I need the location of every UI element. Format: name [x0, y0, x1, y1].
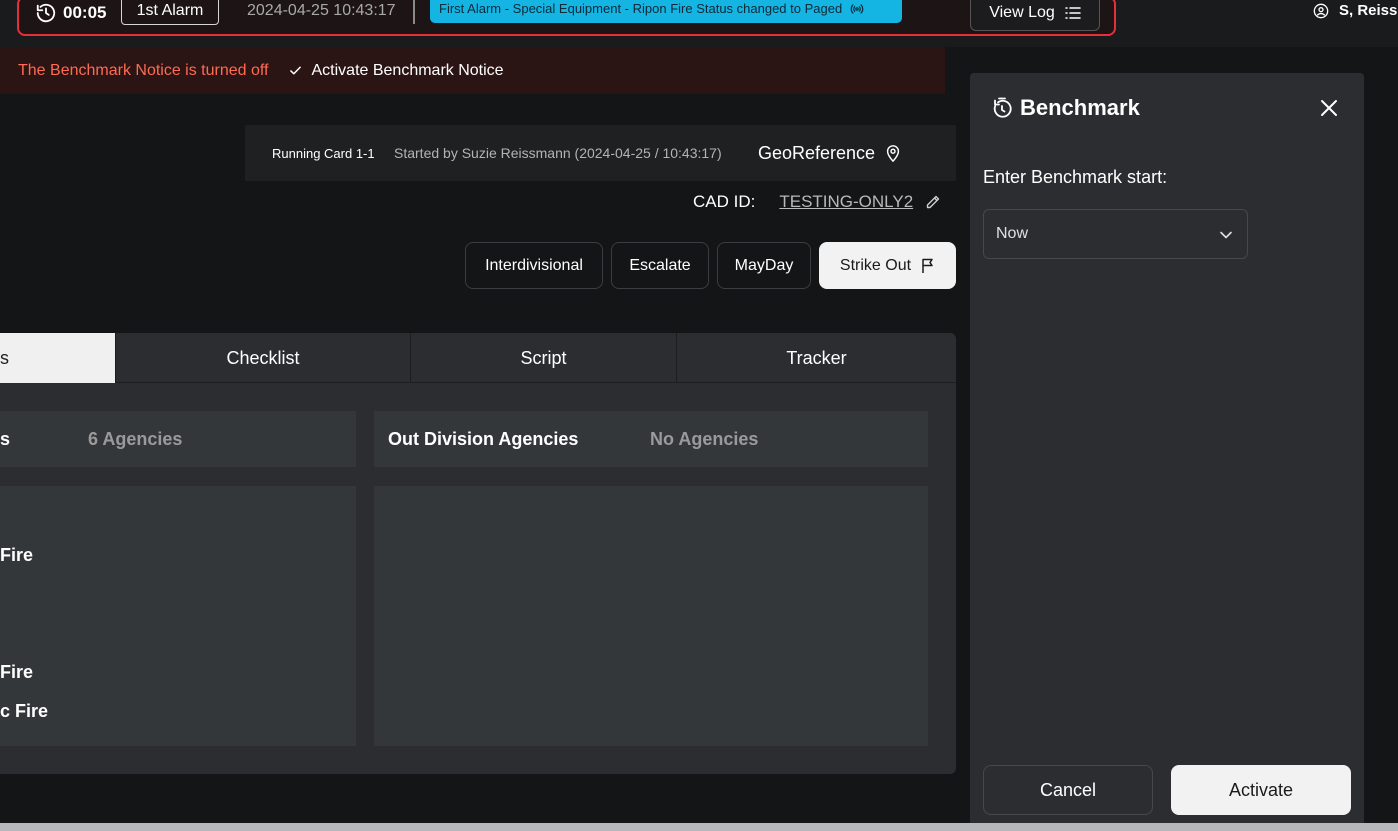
timer-value: 00:05: [63, 3, 107, 22]
drawer-title: Benchmark: [992, 95, 1140, 121]
mayday-button[interactable]: MayDay: [717, 242, 811, 289]
user-name: S, Reiss: [1339, 2, 1398, 19]
cad-id-value[interactable]: TESTING-ONLY2: [779, 192, 913, 212]
tab-script[interactable]: Script: [411, 333, 677, 383]
mayday-label: MayDay: [734, 256, 794, 274]
out-division-count: No Agencies: [650, 429, 759, 449]
status-banner[interactable]: First Alarm - Special Equipment - Ripon …: [430, 0, 902, 23]
select-value: Now: [996, 225, 1029, 242]
horizontal-scrollbar[interactable]: [0, 823, 1398, 831]
benchmark-start-label: Enter Benchmark start:: [983, 167, 1168, 187]
in-division-count: 6 Agencies: [88, 429, 183, 449]
benchmark-drawer: Benchmark Enter Benchmark start: Now Can…: [970, 73, 1364, 831]
check-icon: [289, 66, 301, 75]
benchmark-start-select[interactable]: Now: [983, 209, 1248, 259]
list-icon: [1065, 6, 1081, 19]
tab-checklist[interactable]: Checklist: [116, 333, 411, 383]
escalate-label: Escalate: [629, 256, 691, 274]
history-icon: [36, 3, 56, 23]
activate-label: Activate: [1228, 779, 1294, 800]
pencil-icon[interactable]: [925, 194, 941, 210]
status-banner-text: First Alarm - Special Equipment - Ripon …: [439, 1, 843, 16]
strike-out-label: Strike Out: [839, 256, 912, 274]
benchmark-notice-bar: The Benchmark Notice is turned off Activ…: [0, 47, 945, 94]
close-icon[interactable]: [1319, 98, 1339, 118]
tab-label: s: [0, 347, 9, 368]
tab-label: Tracker: [786, 347, 847, 368]
running-card-bar: Running Card 1-1 Started by Suzie Reissm…: [245, 125, 956, 181]
out-division-title: Out Division Agencies: [388, 429, 579, 449]
cancel-button[interactable]: Cancel: [983, 765, 1153, 815]
top-bar: 00:05 1st Alarm 2024-04-25 10:43:17 Firs…: [0, 0, 1398, 47]
broadcast-icon: [850, 3, 864, 14]
divider: [413, 0, 415, 24]
out-division-list: [374, 486, 928, 746]
in-division-list: Fire Fire c Fire: [0, 486, 356, 746]
user-menu[interactable]: S, Reiss: [1313, 2, 1397, 19]
list-item[interactable]: c Fire: [0, 701, 48, 722]
flag-icon: [922, 258, 933, 273]
view-log-button[interactable]: View Log: [970, 0, 1100, 31]
alarm-timer: 00:05: [35, 2, 106, 24]
alarm-level-badge: 1st Alarm: [121, 0, 219, 25]
in-division-title: s: [0, 429, 11, 449]
notice-action-label: Activate Benchmark Notice: [311, 61, 504, 79]
alarm-datetime: 2024-04-25 10:43:17: [247, 2, 396, 19]
georeference-button[interactable]: GeoReference: [758, 143, 901, 164]
cad-id-label: CAD ID:: [693, 192, 756, 211]
georeference-label: GeoReference: [758, 142, 876, 163]
interdivisional-button[interactable]: Interdivisional: [465, 242, 603, 289]
interdivisional-label: Interdivisional: [485, 256, 583, 274]
cad-id-row: CAD ID: TESTING-ONLY2: [693, 192, 941, 212]
user-circle-icon: [1313, 3, 1329, 18]
out-division-header: Out Division Agencies No Agencies: [374, 411, 928, 467]
in-division-header: s 6 Agencies: [0, 411, 356, 467]
drawer-title-text: Benchmark: [1020, 95, 1140, 120]
running-card-title: Running Card 1-1: [272, 145, 375, 161]
tab-label: Script: [520, 347, 567, 368]
strike-out-button[interactable]: Strike Out: [819, 242, 956, 289]
tab-bar: s Checklist Script Tracker: [0, 333, 956, 383]
tab-label: Checklist: [226, 347, 300, 368]
view-log-label: View Log: [989, 3, 1055, 21]
main-panel: s Checklist Script Tracker s 6 Agencies …: [0, 333, 956, 774]
chevron-down-icon: [1220, 231, 1232, 239]
activate-button[interactable]: Activate: [1171, 765, 1351, 815]
alarm-strip: 00:05 1st Alarm 2024-04-25 10:43:17 Firs…: [17, 0, 1116, 36]
activate-benchmark-notice-link[interactable]: Activate Benchmark Notice: [289, 62, 504, 80]
cancel-label: Cancel: [1039, 779, 1097, 800]
tab-agencies[interactable]: s: [0, 333, 116, 383]
escalate-button[interactable]: Escalate: [611, 242, 709, 289]
tab-tracker[interactable]: Tracker: [677, 333, 956, 383]
timer-reset-icon: [993, 97, 1012, 118]
notice-text: The Benchmark Notice is turned off: [18, 61, 269, 79]
list-item[interactable]: Fire: [0, 662, 33, 683]
map-pin-icon: [886, 145, 900, 162]
list-item[interactable]: Fire: [0, 545, 33, 566]
running-card-started-by: Started by Suzie Reissmann (2024-04-25 /…: [394, 145, 722, 161]
